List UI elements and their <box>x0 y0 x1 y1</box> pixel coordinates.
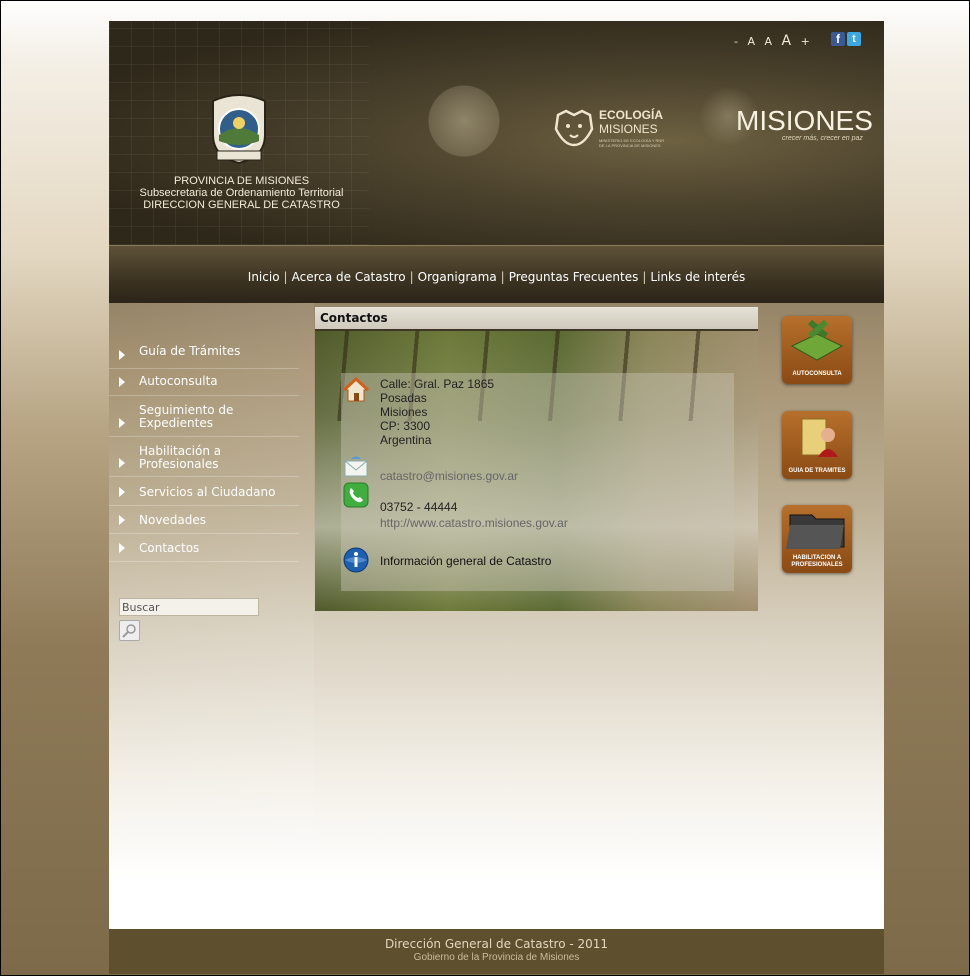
font-size-tools: - A A A + <box>734 33 813 49</box>
sidebar-item-habilitacion[interactable]: Habilitación a Profesionales <box>109 437 299 477</box>
contact-website[interactable]: http://www.catastro.misiones.gov.ar <box>380 516 568 530</box>
ecologia-line2: MISIONES <box>599 122 658 136</box>
arrow-right-icon <box>119 418 125 428</box>
contact-email[interactable]: catastro@misiones.gov.ar <box>380 469 518 483</box>
info-icon <box>343 547 369 573</box>
nav-item-preguntas[interactable]: Preguntas Frecuentes <box>509 270 639 284</box>
nav-item-links[interactable]: Links de interés <box>650 270 745 284</box>
search-input[interactable] <box>119 598 259 616</box>
sidebar-item-label: Autoconsulta <box>139 374 218 388</box>
ecologia-line3: MINISTERIO DE ECOLOGÍA Y RNR DE LA PROVI… <box>599 138 665 148</box>
ecologia-line1: ECOLOGÍA <box>599 108 664 122</box>
button-label: AUTOCONSULTA <box>792 371 842 377</box>
nav-separator: | <box>642 270 647 284</box>
sidebar-item-label: Novedades <box>139 513 207 527</box>
ecologia-logo[interactable]: ECOLOGÍA MISIONES MINISTERIO DE ECOLOGÍA… <box>554 109 664 151</box>
nav-item-organigrama[interactable]: Organigrama <box>418 270 497 284</box>
sidebar-item-label: Guía de Trámites <box>139 344 241 358</box>
phone-icon <box>343 482 369 508</box>
address-line: CP: 3300 <box>380 419 431 433</box>
font-decrease-button[interactable]: - <box>734 35 741 48</box>
nav-item-acerca[interactable]: Acerca de Catastro <box>292 270 406 284</box>
sidebar-item-contactos[interactable]: Contactos <box>109 534 299 562</box>
map-pin-icon <box>790 319 844 361</box>
arrow-right-icon <box>119 458 125 468</box>
arrow-right-icon <box>119 515 125 525</box>
search-button[interactable] <box>119 620 140 641</box>
misiones-name: MISIONES <box>736 105 873 136</box>
habilitacion-button[interactable]: HABILITACION A PROFESIONALES <box>782 505 852 573</box>
button-label: GUIA DE TRAMITES <box>788 468 846 474</box>
misiones-logo[interactable]: MISIONES crecer más, crecer en paz <box>736 105 873 142</box>
address-line: Misiones <box>380 405 428 419</box>
font-large-button[interactable]: A <box>782 33 795 49</box>
main-nav: Inicio | Acerca de Catastro | Organigrama | Pr… <box>109 245 884 304</box>
folder-icon <box>786 514 845 549</box>
contact-address: Calle: Gral. Paz 1865 Posadas Misiones C… <box>380 377 494 447</box>
address-line: Argentina <box>380 433 432 447</box>
sidebar-item-seguimiento[interactable]: Seguimiento de Expedientes <box>109 396 299 437</box>
province-title: PROVINCIA DE MISIONES Subsecretaria de O… <box>109 175 374 211</box>
sidebar-item-label: Seguimiento de Expedientes <box>139 403 234 430</box>
sidebar-item-guia[interactable]: Guía de Trámites <box>109 342 299 369</box>
envelope-icon <box>344 456 368 477</box>
province-line-1: PROVINCIA DE MISIONES <box>173 175 310 187</box>
province-line-2: Subsecretaria de Ordenamiento Territoria… <box>139 187 344 199</box>
contact-phone: 03752 - 44444 <box>380 500 458 514</box>
province-line-3: DIRECCION GENERAL DE CATASTRO <box>143 199 340 211</box>
arrow-right-icon <box>119 377 125 387</box>
jaguar-icon <box>554 109 594 147</box>
nav-separator: | <box>409 270 414 284</box>
button-label: HABILITACION A PROFESIONALES <box>791 555 843 568</box>
sidebar-item-autoconsulta[interactable]: Autoconsulta <box>109 369 299 396</box>
sidebar-menu: Guía de Trámites Autoconsulta Seguimient… <box>109 342 299 562</box>
arrow-right-icon <box>119 543 125 553</box>
footer-subtitle: Gobierno de la Provincia de Misiones <box>413 952 580 963</box>
autoconsulta-button[interactable]: AUTOCONSULTA <box>782 316 852 384</box>
sidebar-item-label: Contactos <box>139 541 200 555</box>
font-medium-button[interactable]: A <box>765 35 776 48</box>
home-icon <box>343 377 369 402</box>
content-panel: Contactos <box>315 307 758 331</box>
arrow-right-icon <box>119 487 125 497</box>
twitter-icon[interactable]: t <box>847 32 861 46</box>
arrow-right-icon <box>119 350 125 360</box>
sidebar-item-servicios[interactable]: Servicios al Ciudadano <box>109 477 299 506</box>
sidebar-item-label: Habilitación a Profesionales <box>139 444 222 471</box>
misiones-tagline: crecer más, crecer en paz <box>782 135 863 142</box>
document-person-icon <box>801 418 838 457</box>
page-container: - A A A + f t PROVINCIA DE MISIONES Subs… <box>109 21 884 974</box>
page-title: Contactos <box>315 307 758 331</box>
facebook-icon[interactable]: f <box>831 32 845 46</box>
nav-separator: | <box>283 270 288 284</box>
font-small-button[interactable]: A <box>747 35 758 48</box>
nav-separator: | <box>500 270 505 284</box>
footer-title: Dirección General de Catastro - 2011 <box>384 937 609 951</box>
nav-item-inicio[interactable]: Inicio <box>248 270 280 284</box>
guia-tramites-button[interactable]: GUIA DE TRAMITES <box>782 411 852 479</box>
site-footer: Dirección General de Catastro - 2011 Gob… <box>109 929 884 974</box>
general-info-link[interactable]: Información general de Catastro <box>380 554 551 568</box>
address-line: Posadas <box>380 391 427 405</box>
site-header: - A A A + f t PROVINCIA DE MISIONES Subs… <box>109 21 884 245</box>
sidebar-item-novedades[interactable]: Novedades <box>109 506 299 534</box>
sidebar-item-label: Servicios al Ciudadano <box>139 485 276 499</box>
province-seal-icon <box>212 94 266 165</box>
font-increase-button[interactable]: + <box>801 35 813 48</box>
magnifier-icon <box>122 624 136 638</box>
address-line: Calle: Gral. Paz 1865 <box>380 377 495 391</box>
